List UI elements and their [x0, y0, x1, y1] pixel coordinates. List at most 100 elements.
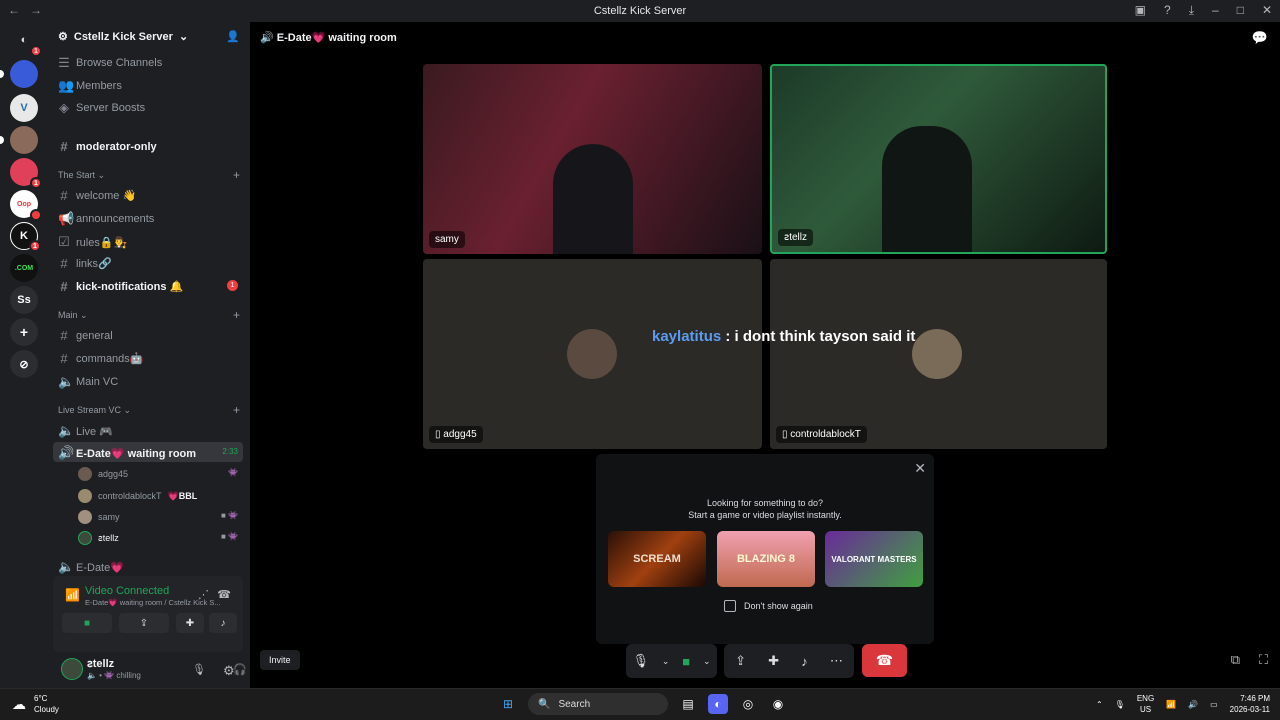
title-bar: ← → Cstellz Kick Server ▣ ? ⤓ – □ ✕	[0, 0, 1280, 22]
server-kick-icon[interactable]: K1	[10, 222, 41, 252]
label: links🔗	[76, 258, 112, 270]
more-icon[interactable]: ⋯	[830, 653, 843, 669]
chevron-down-icon[interactable]: ⌄	[703, 656, 711, 667]
voice-user[interactable]: samy	[78, 510, 120, 524]
game-card[interactable]: VALORANT MASTERS	[825, 531, 923, 587]
obs-icon[interactable]: ◎	[738, 694, 758, 714]
channel-kick-notifications[interactable]: # kick-notifications 🔔	[58, 279, 183, 294]
soundboard-icon[interactable]: ♪	[801, 654, 808, 669]
invite-button[interactable]: Invite	[260, 650, 300, 670]
channel-moderator-only[interactable]: # moderator-only	[58, 139, 156, 154]
popout-icon[interactable]: ⧉	[1231, 652, 1240, 668]
activity-suggestion-popup: ✕ Looking for something to do? Start a ga…	[596, 454, 934, 644]
headphones-icon[interactable]: 🎧	[233, 663, 247, 676]
game-card[interactable]: SCREAM	[608, 531, 706, 587]
chat-icon[interactable]: 💬	[1252, 30, 1268, 46]
screen-share-button[interactable]: ⇪	[119, 613, 169, 633]
volume-icon[interactable]: 🔊	[1188, 699, 1198, 710]
task-view-icon[interactable]: ▤	[678, 694, 698, 714]
channel-rules[interactable]: ☑ rules🔒👨‍⚖️	[58, 234, 127, 250]
battery-icon[interactable]: ▭	[1210, 699, 1218, 710]
channel-general[interactable]: # general	[58, 328, 112, 343]
server-boosts[interactable]: ◈ Server Boosts	[58, 100, 145, 116]
avatar[interactable]	[61, 658, 83, 680]
microphone-icon[interactable]: 🎙	[192, 663, 206, 676]
server-oopbox-icon[interactable]: Oop 2	[10, 190, 42, 221]
video-tile[interactable]: ▯ controldablockT	[770, 259, 1107, 449]
checkbox[interactable]	[724, 600, 736, 612]
soundboard-button[interactable]: ♪	[209, 613, 237, 633]
server-header[interactable]: ⚙ Cstellz Kick Server ⌄	[58, 30, 188, 44]
category-live-stream-vc[interactable]: Live Stream VC ⌄	[58, 405, 131, 416]
channel-announcements[interactable]: 📢 announcements	[58, 211, 154, 227]
game-card[interactable]: BLAZING 8	[717, 531, 815, 587]
call-actions: ⇪ ✚ ♪ ⋯	[724, 644, 854, 678]
voice-user[interactable]: ꙅtellz	[78, 531, 119, 545]
label: adgg45	[443, 429, 477, 440]
channel-welcome[interactable]: # welcome 👋	[58, 188, 136, 203]
hang-up-button[interactable]: ☎	[862, 644, 907, 677]
browse-channels[interactable]: ☰ Browse Channels	[58, 55, 162, 71]
camera-button[interactable]: ■	[62, 613, 112, 633]
channel-live[interactable]: 🔈 Live 🎮	[58, 423, 113, 439]
activities-button[interactable]: ✚	[176, 613, 204, 633]
help-icon[interactable]: ?	[1164, 3, 1171, 18]
camera-icon[interactable]: ■	[682, 654, 690, 669]
server-blue-icon[interactable]	[0, 60, 38, 88]
minimize-icon[interactable]: –	[1212, 3, 1219, 18]
server-photo-icon[interactable]	[0, 126, 38, 154]
microphone-icon[interactable]: 🎙	[632, 653, 649, 669]
weather-widget[interactable]: ☁ 6°C Cloudy	[12, 693, 59, 715]
members[interactable]: 👥 Members	[58, 78, 122, 94]
fullscreen-icon[interactable]: ⛶	[1259, 652, 1268, 668]
channel-main-vc[interactable]: 🔈 Main VC	[58, 374, 118, 390]
username: ꙅtellz	[87, 658, 115, 670]
add-channel-icon[interactable]: +	[233, 168, 240, 182]
close-icon[interactable]: ✕	[914, 460, 926, 477]
microphone-icon[interactable]: 🎙	[1115, 699, 1125, 710]
noise-suppression-icon[interactable]: ⋰	[198, 588, 209, 601]
voice-status[interactable]: Video Connected	[85, 585, 169, 597]
channel-edate[interactable]: 🔈 E-Date💗	[58, 559, 124, 575]
add-channel-icon[interactable]: +	[233, 403, 240, 417]
discover-icon[interactable]: ⊘	[10, 350, 38, 378]
discord-home-icon[interactable]: ◐ 1	[10, 26, 42, 57]
download-icon[interactable]: ⤓	[1189, 3, 1194, 18]
video-tile[interactable]: ꙅtellz	[770, 64, 1107, 254]
video-tile[interactable]: ▯ adgg45	[423, 259, 762, 449]
tray-chevron-icon[interactable]: ⌃	[1096, 699, 1103, 710]
server-ss-icon[interactable]: Ss	[10, 286, 38, 314]
add-member-icon[interactable]: 👤	[226, 30, 240, 43]
maximize-icon[interactable]: □	[1237, 3, 1244, 18]
inbox-icon[interactable]: ▣	[1135, 3, 1146, 18]
add-server-icon[interactable]: +	[10, 318, 38, 346]
discord-icon[interactable]: ◐	[708, 694, 728, 714]
video-tile[interactable]: samy	[423, 64, 762, 254]
clock[interactable]: 7:46 PM 2026-03-11	[1230, 693, 1270, 715]
dont-show-again[interactable]: Don't show again	[724, 600, 813, 612]
voice-user[interactable]: controldablockT 💗BBL	[78, 489, 197, 503]
disconnect-icon[interactable]: ☎	[217, 588, 231, 601]
server-v-icon[interactable]: V	[10, 94, 38, 122]
category-the-start[interactable]: The Start ⌄	[58, 170, 105, 181]
channel-commands[interactable]: # commands🤖	[58, 351, 143, 366]
avatar	[912, 329, 962, 379]
add-channel-icon[interactable]: +	[233, 308, 240, 322]
chevron-down-icon[interactable]: ⌄	[662, 656, 670, 667]
chrome-icon[interactable]: ◉	[768, 694, 788, 714]
channel-links[interactable]: # links🔗	[58, 256, 112, 271]
wifi-icon[interactable]: 📶	[1166, 699, 1176, 710]
language-indicator[interactable]: ENG US	[1137, 693, 1154, 715]
windows-taskbar: ☁ 6°C Cloudy ⊞ 🔍 Search ▤ ◐ ◎ ◉ ⌃ 🎙 ENG US …	[0, 688, 1280, 720]
channel-edate-waiting-room[interactable]: 🔊 E-Date💗 waiting room	[58, 445, 196, 461]
close-icon[interactable]: ✕	[1262, 3, 1272, 18]
screen-share-icon[interactable]: ⇪	[735, 653, 746, 669]
settings-gear-icon[interactable]: ⚙	[223, 663, 235, 679]
server-red-icon[interactable]: 1	[10, 158, 42, 189]
start-icon[interactable]: ⊞	[498, 694, 518, 714]
search-box[interactable]: 🔍 Search	[528, 693, 668, 715]
voice-user[interactable]: adgg45	[78, 467, 128, 481]
server-com-icon[interactable]: .COM	[10, 254, 38, 282]
category-main[interactable]: Main ⌄	[58, 310, 88, 321]
activities-icon[interactable]: ✚	[768, 653, 779, 669]
